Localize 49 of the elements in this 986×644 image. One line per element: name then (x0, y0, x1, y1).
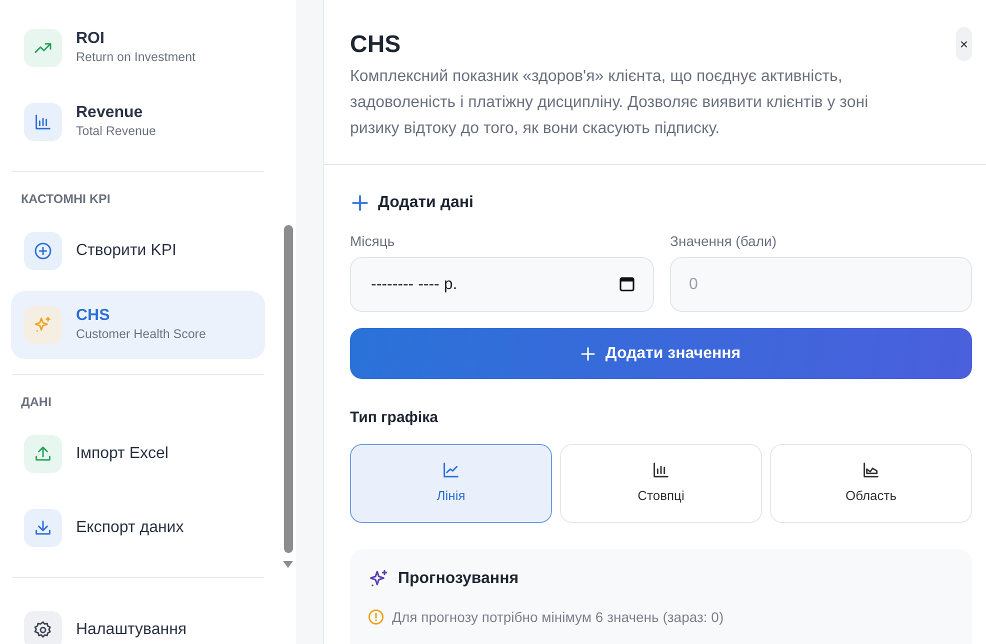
field-label: Місяць (350, 232, 396, 251)
add-value-button[interactable]: Додати значення (350, 328, 972, 379)
sidebar-item[interactable]: Імпорт Excel (11, 420, 265, 488)
item-title: Імпорт Excel (76, 444, 168, 464)
sidebar-item[interactable]: Revenue Total Revenue (11, 88, 265, 156)
gear-icon (33, 620, 53, 640)
section-heading: ДАНІ (20, 394, 52, 411)
plus-icon (581, 346, 596, 360)
item-title: Створити KPI (76, 241, 176, 260)
area-chart-icon (861, 460, 881, 480)
chart-type-option[interactable]: Область (770, 444, 972, 522)
section-heading: Тип графіка (350, 408, 439, 428)
item-subtitle: Customer Health Score (76, 326, 206, 343)
item-title: Revenue (76, 103, 144, 122)
item-title: Налаштування (76, 620, 187, 640)
forecast-notice: Для прогнозу потрібно мінімум 6 значень (зараз: 0) (392, 608, 724, 627)
field-label: Значення (бали) (670, 232, 778, 251)
section-heading: Додати дані (378, 193, 474, 213)
item-title: ROI (76, 29, 106, 48)
section-heading: Прогнозування (398, 568, 519, 588)
item-title: Експорт даних (76, 518, 184, 538)
sidebar-item[interactable]: ROI Return on Investment (11, 14, 265, 82)
scrollbar-thumb[interactable] (284, 225, 292, 553)
plus-icon (350, 193, 370, 213)
sidebar-item[interactable]: CHS Customer Health Score (11, 290, 265, 359)
panel-description: Комплексний показник «здоров'я» клієнта, що поєднує активність, задоволеність і платіжну дисципліну. Дозволяє виявити клієнтів у зоні ризику відтоку до того, як вони скасують підписку. (350, 67, 870, 139)
download-icon (33, 518, 53, 538)
input-field[interactable]: -------- ---- р. (350, 257, 654, 312)
item-subtitle: Return on Investment (76, 49, 196, 66)
input-field[interactable]: 0 (670, 257, 972, 312)
sparkle-icon (368, 568, 390, 590)
bar-chart-icon (33, 112, 53, 132)
chart-type-option[interactable]: Стовпці (560, 444, 762, 522)
sidebar-item[interactable]: Створити KPI (11, 216, 265, 285)
chart-type-option[interactable]: Лінія (350, 444, 552, 522)
close-button[interactable]: × (956, 27, 972, 61)
item-subtitle: Total Revenue (76, 123, 156, 140)
plus-circle-icon (33, 240, 53, 261)
scroll-down-icon[interactable] (283, 561, 293, 569)
item-title: CHS (76, 306, 111, 325)
upload-icon (33, 444, 53, 464)
sidebar-item[interactable]: Налаштування (11, 596, 265, 644)
sidebar-item[interactable]: Експорт даних (11, 494, 265, 562)
warning-icon (368, 609, 384, 625)
panel-title: CHS (350, 30, 402, 60)
calendar-icon[interactable] (619, 276, 635, 292)
section-heading: КАСТОМНІ KPI (20, 191, 112, 208)
bar-chart-icon (651, 460, 671, 480)
line-chart-icon (441, 460, 461, 480)
